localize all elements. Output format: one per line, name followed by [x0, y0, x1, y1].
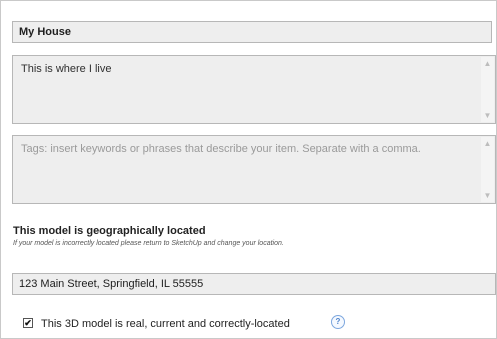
- scroll-down-arrow-icon[interactable]: ▼: [481, 109, 494, 122]
- geolocation-help-note: If your model is incorrectly located ple…: [13, 240, 284, 247]
- description-textarea[interactable]: This is where I live ▲ ▼: [12, 55, 496, 124]
- geolocation-heading: This model is geographically located: [13, 225, 206, 237]
- scroll-up-arrow-icon[interactable]: ▲: [481, 57, 494, 70]
- model-details-form: My House This is where I live ▲ ▼ Tags: …: [0, 0, 497, 339]
- tags-textarea[interactable]: Tags: insert keywords or phrases that de…: [12, 135, 496, 204]
- tags-placeholder-text: Tags: insert keywords or phrases that de…: [21, 143, 421, 155]
- real-model-checkbox[interactable]: ✔: [23, 318, 33, 328]
- tags-scrollbar[interactable]: ▲ ▼: [481, 137, 494, 202]
- scroll-down-arrow-icon[interactable]: ▼: [481, 189, 494, 202]
- description-text: This is where I live: [21, 63, 112, 75]
- real-model-checkbox-label[interactable]: This 3D model is real, current and corre…: [41, 318, 290, 330]
- description-scrollbar[interactable]: ▲ ▼: [481, 57, 494, 122]
- scroll-up-arrow-icon[interactable]: ▲: [481, 137, 494, 150]
- address-field[interactable]: 123 Main Street, Springfield, IL 55555: [12, 273, 496, 295]
- title-input[interactable]: My House: [12, 21, 492, 43]
- help-icon[interactable]: ?: [331, 315, 345, 329]
